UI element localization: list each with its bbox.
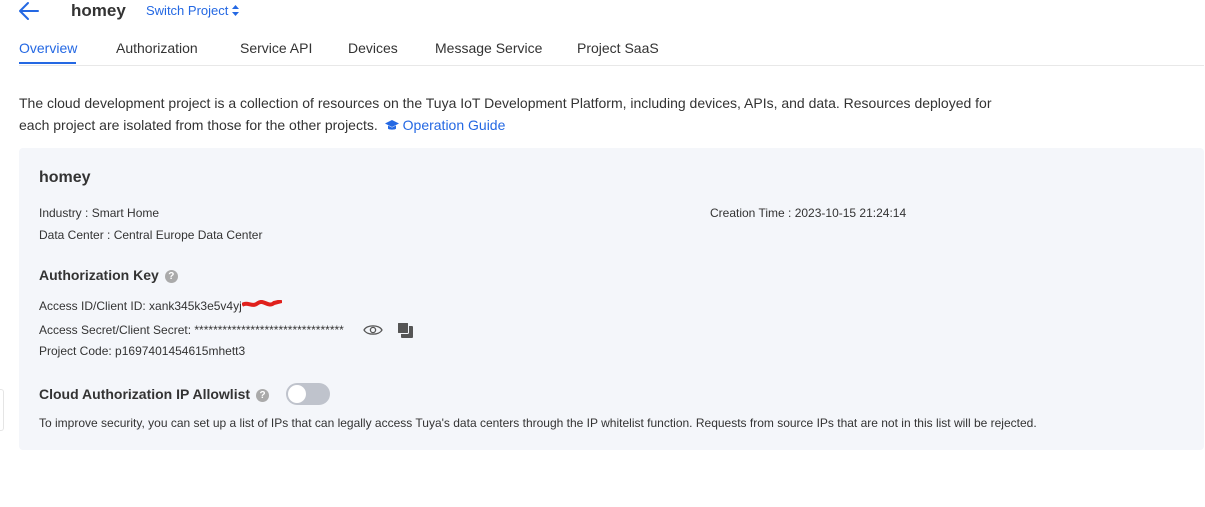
- tab-overview[interactable]: Overview: [19, 40, 77, 56]
- industry-row: Industry : Smart Home: [39, 206, 159, 220]
- data-center-value: Central Europe Data Center: [113, 228, 263, 242]
- back-arrow-icon[interactable]: [17, 0, 41, 22]
- ip-allowlist-title: Cloud Authorization IP Allowlist: [39, 386, 251, 402]
- active-tab-indicator: [19, 62, 76, 64]
- access-id-label: Access ID/Client ID:: [39, 299, 150, 313]
- creation-time-row: Creation Time : 2023-10-15 21:24:14: [710, 206, 906, 220]
- access-secret-row: Access Secret/Client Secret: ***********…: [39, 323, 344, 337]
- tab-project-saas[interactable]: Project SaaS: [577, 40, 659, 56]
- access-secret-label: Access Secret/Client Secret:: [39, 323, 195, 337]
- access-id-value: xank345k3e5v4yj: [149, 299, 242, 313]
- eye-icon[interactable]: [363, 323, 383, 342]
- top-bar: homey Switch Project: [0, 0, 1205, 26]
- creation-time-value: 2023-10-15 21:24:14: [794, 206, 907, 220]
- ip-allowlist-note: To improve security, you can set up a li…: [39, 416, 1037, 430]
- industry-label: Industry :: [39, 206, 92, 220]
- authorization-key-title: Authorization Key: [39, 267, 159, 283]
- switch-project-label: Switch Project: [146, 3, 229, 18]
- creation-time-label: Creation Time :: [710, 206, 795, 220]
- project-name: homey: [71, 1, 126, 20]
- access-secret-value: ********************************: [194, 323, 344, 337]
- switch-project-button[interactable]: Switch Project: [146, 3, 240, 19]
- industry-value: Smart Home: [91, 206, 160, 220]
- sort-icon: [232, 4, 240, 19]
- tab-service-api[interactable]: Service API: [240, 40, 312, 56]
- access-id-row: Access ID/Client ID: xank345k3e5v4yj: [39, 298, 283, 313]
- operation-guide-label: Operation Guide: [402, 117, 506, 133]
- help-icon[interactable]: ?: [164, 270, 178, 283]
- project-code-label: Project Code:: [39, 344, 116, 358]
- help-icon[interactable]: ?: [256, 389, 270, 402]
- side-collapse-handle[interactable]: [0, 389, 4, 431]
- toggle-knob: [288, 385, 306, 403]
- tab-bar: Overview Authorization Service API Devic…: [19, 39, 1204, 66]
- graduation-cap-icon: [384, 120, 399, 130]
- data-center-label: Data Center :: [39, 228, 114, 242]
- project-code-value: p1697401454615mhett3: [115, 344, 246, 358]
- project-code-row: Project Code: p1697401454615mhett3: [39, 344, 245, 358]
- tab-authorization[interactable]: Authorization: [116, 40, 198, 56]
- card-title: homey: [39, 169, 91, 186]
- data-center-row: Data Center : Central Europe Data Center: [39, 228, 262, 242]
- ip-allowlist-toggle[interactable]: [286, 383, 330, 405]
- ip-allowlist-heading: Cloud Authorization IP Allowlist?: [39, 386, 270, 402]
- copy-icon[interactable]: [397, 322, 414, 344]
- redaction-scribble: [240, 298, 283, 307]
- tab-devices[interactable]: Devices: [348, 40, 398, 56]
- authorization-key-heading: Authorization Key?: [39, 267, 178, 283]
- project-info-card: homey Industry : Smart Home Data Center …: [19, 148, 1204, 450]
- project-description: The cloud development project is a colle…: [19, 92, 1009, 136]
- operation-guide-link[interactable]: Operation Guide: [382, 117, 506, 133]
- tab-message-service[interactable]: Message Service: [435, 40, 542, 56]
